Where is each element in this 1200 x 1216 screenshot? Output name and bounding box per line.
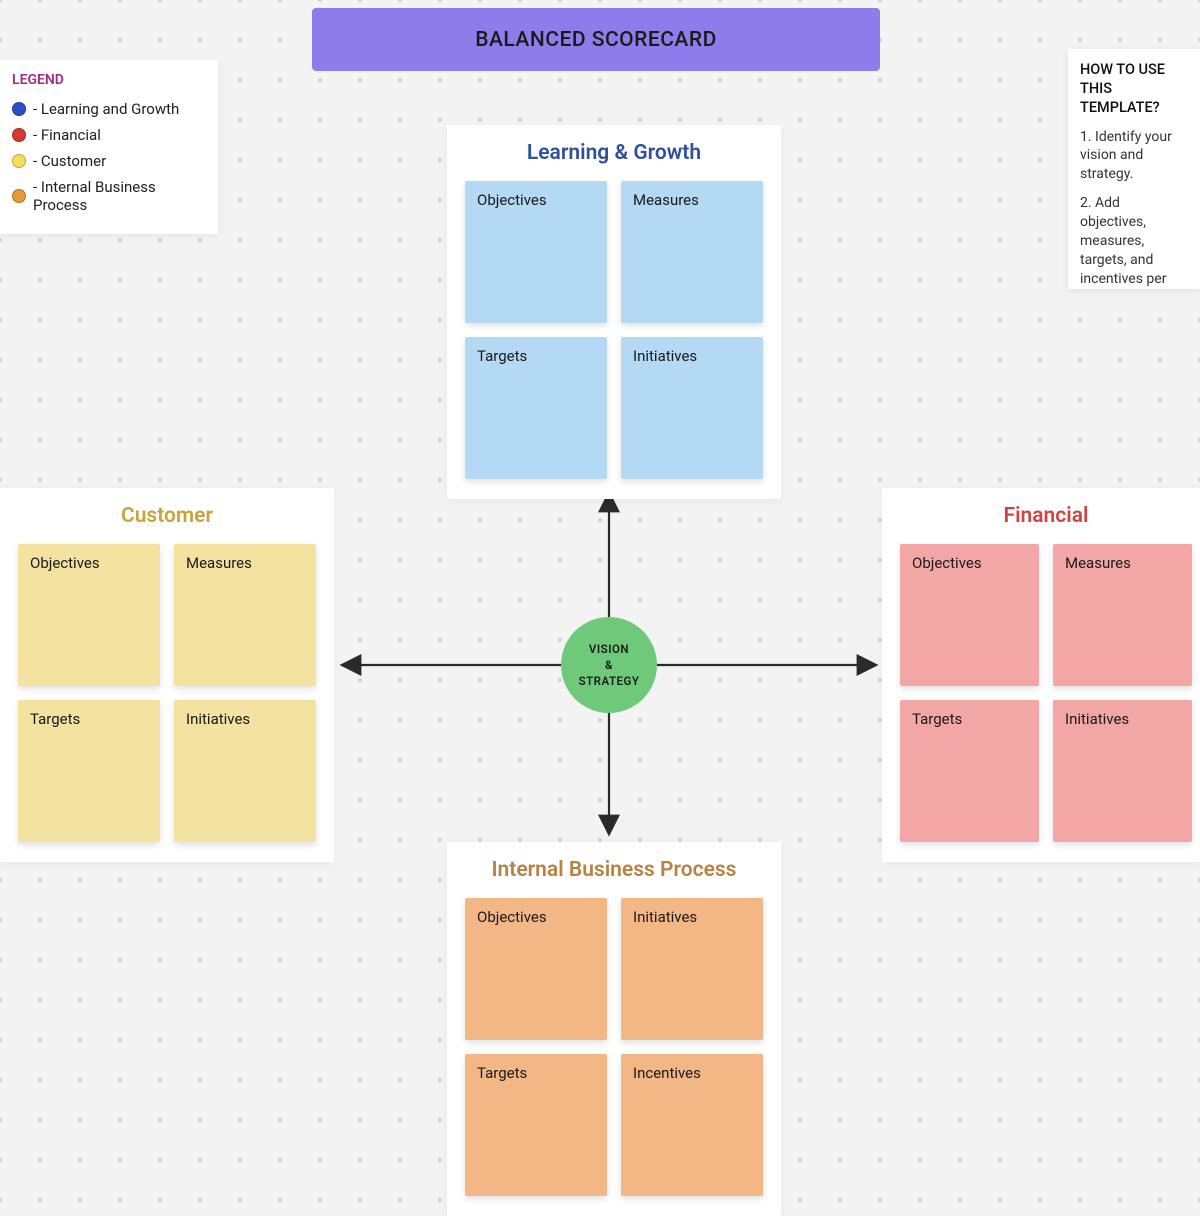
tile-measures[interactable]: Measures [174,544,316,686]
tile-targets[interactable]: Targets [465,337,607,479]
tile-objectives[interactable]: Objectives [465,181,607,323]
legend-item-customer: - Customer [12,148,206,174]
tile-objectives[interactable]: Objectives [465,898,607,1040]
legend-label: - Financial [33,126,101,144]
tile-measures[interactable]: Measures [621,181,763,323]
quadrant-title: Internal Business Process [465,858,763,882]
tile-initiatives[interactable]: Initiatives [621,898,763,1040]
tile-initiatives[interactable]: Initiatives [174,700,316,842]
title-text: BALANCED SCORECARD [475,28,717,52]
tile-incentives[interactable]: Incentives [621,1054,763,1196]
dot-icon [12,154,26,168]
tile-initiatives[interactable]: Initiatives [621,337,763,479]
dot-icon [12,189,26,203]
tile-objectives[interactable]: Objectives [900,544,1039,686]
howto-panel[interactable]: HOW TO USE THIS TEMPLATE? 1. Identify yo… [1068,49,1200,289]
quadrant-internal-process[interactable]: Internal Business Process Objectives Ini… [447,842,781,1216]
legend-item-learning: - Learning and Growth [12,96,206,122]
howto-title: HOW TO USE THIS TEMPLATE? [1080,61,1188,118]
tile-initiatives[interactable]: Initiatives [1053,700,1192,842]
quadrant-learning-growth[interactable]: Learning & Growth Objectives Measures Ta… [447,125,781,499]
title-banner: BALANCED SCORECARD [312,8,880,71]
legend-item-internal: - Internal Business Process [12,174,206,218]
quadrant-title: Financial [900,504,1192,528]
howto-step: 1. Identify your vision and strategy. [1080,128,1188,185]
vision-strategy-node[interactable]: VISION & STRATEGY [561,617,657,713]
legend-label: - Internal Business Process [33,178,206,214]
tile-targets[interactable]: Targets [900,700,1039,842]
legend-title: LEGEND [12,72,206,88]
quadrant-title: Learning & Growth [465,141,763,165]
tile-targets[interactable]: Targets [18,700,160,842]
dot-icon [12,102,26,116]
tile-measures[interactable]: Measures [1053,544,1192,686]
quadrant-financial[interactable]: Financial Objectives Measures Targets In… [882,488,1200,862]
dot-icon [12,128,26,142]
legend-label: - Learning and Growth [33,100,179,118]
center-label: VISION & STRATEGY [579,641,640,689]
quadrant-customer[interactable]: Customer Objectives Measures Targets Ini… [0,488,334,862]
legend-item-financial: - Financial [12,122,206,148]
tile-targets[interactable]: Targets [465,1054,607,1196]
legend-label: - Customer [33,152,106,170]
quadrant-title: Customer [18,504,316,528]
howto-step: 2. Add objectives, measures, targets, an… [1080,194,1188,289]
tile-objectives[interactable]: Objectives [18,544,160,686]
legend-panel[interactable]: LEGEND - Learning and Growth - Financial… [0,60,218,234]
